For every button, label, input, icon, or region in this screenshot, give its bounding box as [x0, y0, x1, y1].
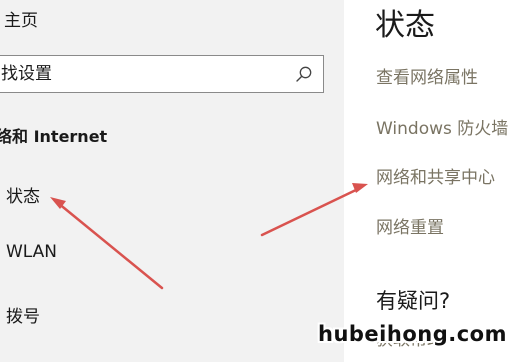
home-link[interactable]: 主页 [4, 6, 38, 31]
page-title: 状态 [375, 8, 435, 43]
watermark-text: hubeihong.com [318, 322, 507, 346]
settings-search-box[interactable] [0, 55, 324, 93]
search-icon[interactable] [295, 65, 313, 83]
sidebar-item-status[interactable]: 状态 [6, 182, 40, 207]
help-heading: 有疑问? [376, 289, 451, 313]
settings-sidebar: 主页 络和 Internet 状态 WLAN 拨号 [0, 0, 344, 362]
windows-firewall-link[interactable]: Windows 防火墙 [376, 114, 508, 139]
view-network-properties-link[interactable]: 查看网络属性 [376, 63, 478, 88]
search-input[interactable] [0, 56, 289, 92]
section-heading: 络和 Internet [0, 127, 108, 146]
network-reset-link[interactable]: 网络重置 [376, 213, 444, 238]
sidebar-item-dialup[interactable]: 拨号 [6, 302, 40, 327]
network-sharing-center-link[interactable]: 网络和共享中心 [376, 163, 495, 188]
sidebar-item-wlan[interactable]: WLAN [6, 242, 57, 262]
